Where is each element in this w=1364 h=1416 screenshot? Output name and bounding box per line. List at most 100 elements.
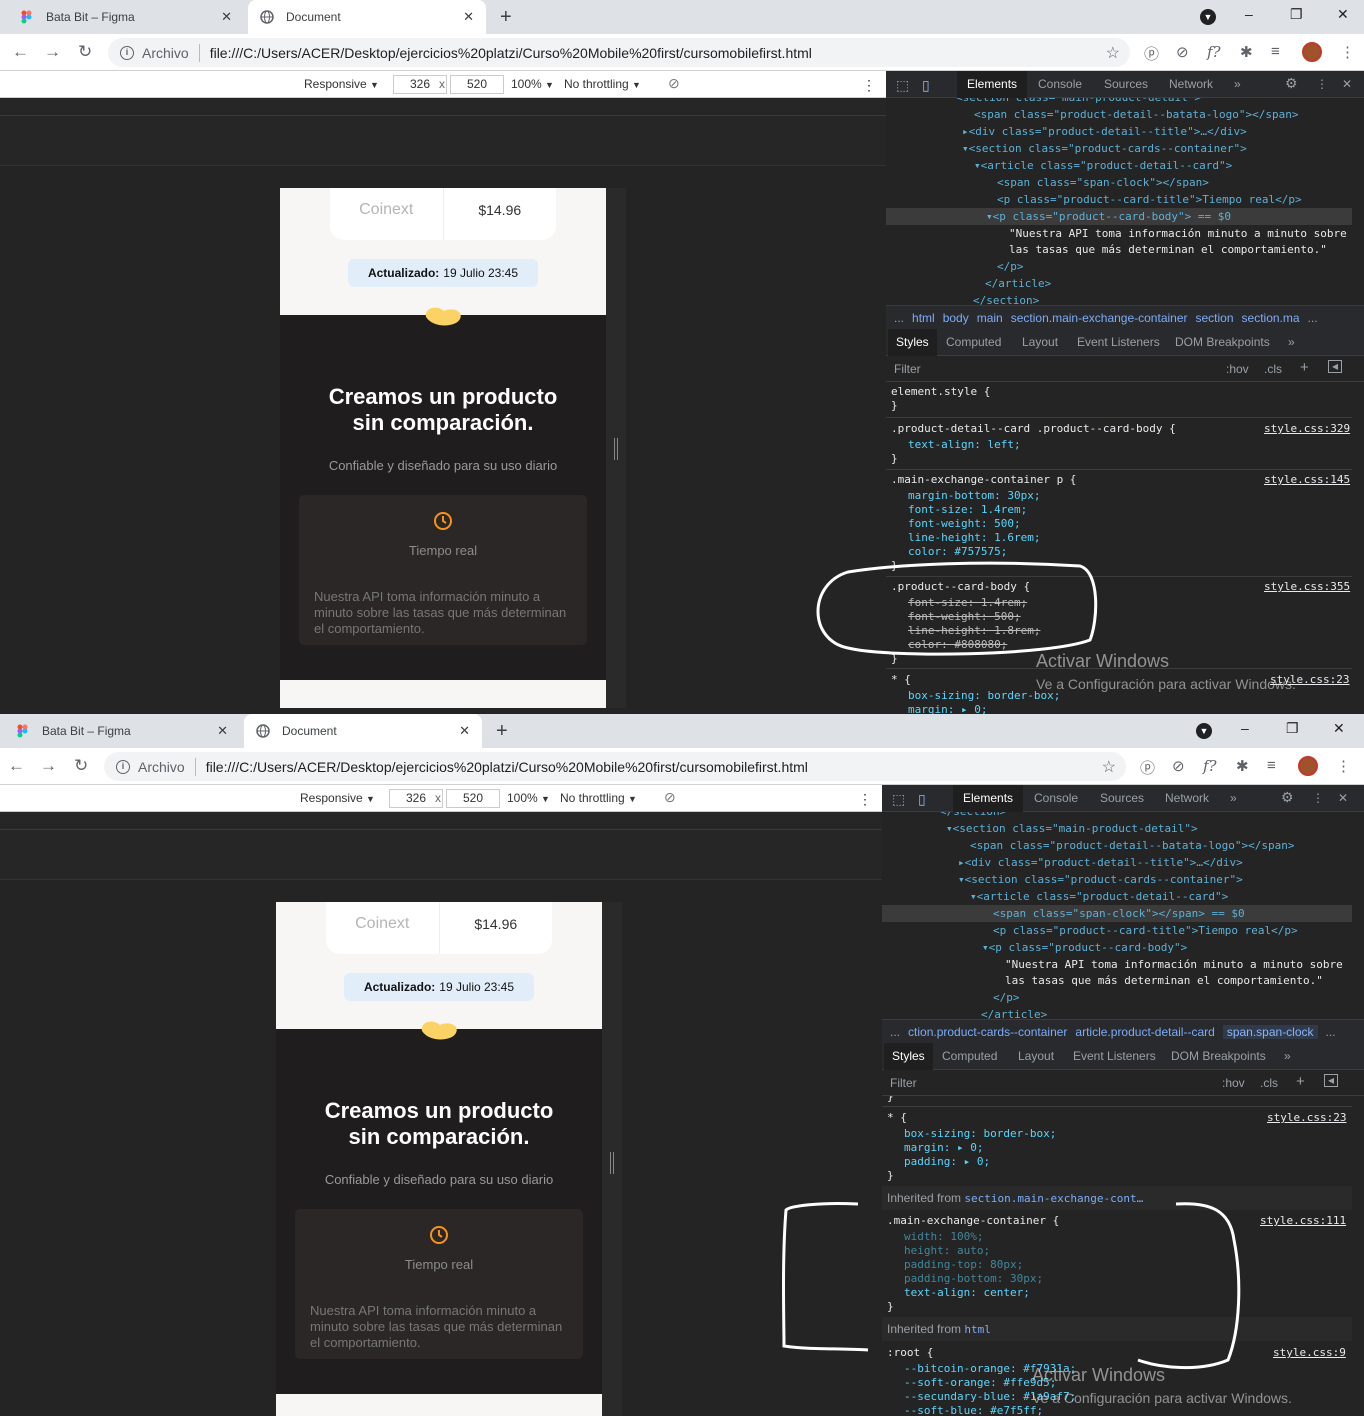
dom-node[interactable]: <p class="product--card-title">Tiempo re… bbox=[993, 922, 1298, 939]
more-style-tabs-icon[interactable]: » bbox=[1284, 1049, 1291, 1063]
inherited-link[interactable]: section.main-exchange-cont… bbox=[964, 1192, 1143, 1205]
device-toggle-icon[interactable]: ▯ bbox=[918, 791, 926, 808]
tab-computed[interactable]: Computed bbox=[942, 1049, 997, 1063]
tab-event-listeners[interactable]: Event Listeners bbox=[1077, 335, 1160, 349]
cls-toggle[interactable]: .cls bbox=[1264, 362, 1282, 376]
zoom-select[interactable]: 100% ▼ bbox=[511, 77, 554, 91]
add-rule-icon[interactable]: + bbox=[1300, 359, 1309, 376]
bookmark-star-icon[interactable]: ☆ bbox=[1106, 43, 1120, 63]
devtools-menu-icon[interactable]: ⋮ bbox=[1312, 791, 1324, 805]
tab-computed[interactable]: Computed bbox=[946, 335, 1001, 349]
block-icon[interactable]: ⊘ bbox=[1172, 757, 1185, 775]
forward-icon[interactable]: → bbox=[40, 756, 57, 776]
tab-figma[interactable]: Bata Bit – Figma ✕ bbox=[8, 0, 244, 34]
crumb-item[interactable]: span.span-clock bbox=[1222, 1025, 1318, 1039]
tab-event-listeners[interactable]: Event Listeners bbox=[1073, 1049, 1156, 1063]
url-text[interactable]: file:///C:/Users/ACER/Desktop/ejercicios… bbox=[206, 759, 808, 775]
close-window-button[interactable]: ✕ bbox=[1337, 6, 1349, 23]
tab-elements[interactable]: Elements bbox=[953, 785, 1024, 812]
dom-node[interactable]: ▾<section class="product-cards--containe… bbox=[958, 871, 1243, 888]
device-menu-icon[interactable]: ⋮ bbox=[862, 77, 876, 94]
tab-network[interactable]: Network bbox=[1169, 77, 1213, 91]
omnibox[interactable]: i Archivo file:///C:/Users/ACER/Desktop/… bbox=[104, 752, 1126, 781]
tab-console[interactable]: Console bbox=[1034, 791, 1078, 805]
tab-document[interactable]: Document ✕ bbox=[244, 714, 482, 748]
dom-node[interactable]: </article> bbox=[981, 1006, 1047, 1019]
more-tabs-icon[interactable]: » bbox=[1234, 77, 1241, 91]
inspect-icon[interactable]: ⬚ bbox=[892, 791, 905, 808]
avatar[interactable] bbox=[1302, 42, 1322, 62]
new-tab-button[interactable]: + bbox=[500, 6, 512, 29]
dom-node[interactable]: ▾<section class="main-product-detail"> bbox=[946, 820, 1198, 837]
dom-node[interactable]: <p class="product--card-title">Tiempo re… bbox=[997, 191, 1302, 208]
rotate-icon[interactable]: ⊘ bbox=[668, 75, 680, 92]
inherited-link[interactable]: html bbox=[964, 1323, 991, 1336]
close-icon[interactable]: ✕ bbox=[217, 723, 228, 739]
dom-node[interactable]: </section> bbox=[973, 292, 1039, 305]
more-style-tabs-icon[interactable]: » bbox=[1288, 335, 1295, 349]
crumb-item[interactable]: html bbox=[912, 311, 935, 325]
dom-node[interactable]: <section class="main-product-detail"> bbox=[956, 98, 1201, 106]
bookmark-star-icon[interactable]: ☆ bbox=[1102, 757, 1116, 777]
crumb-item[interactable]: body bbox=[943, 311, 969, 325]
puzzle-icon[interactable]: ✱ bbox=[1240, 43, 1253, 61]
dom-node[interactable]: </section> bbox=[940, 812, 1006, 820]
pinterest-icon[interactable]: ⓟ bbox=[1144, 43, 1159, 64]
more-tabs-icon[interactable]: » bbox=[1230, 791, 1237, 805]
minimize-button[interactable]: – bbox=[1245, 6, 1253, 22]
crumb-item[interactable]: article.product-detail--card bbox=[1075, 1025, 1214, 1039]
formula-icon[interactable]: f? bbox=[1203, 757, 1217, 775]
source-link[interactable]: style.css:111 bbox=[1260, 1214, 1346, 1228]
forward-icon[interactable]: → bbox=[44, 42, 61, 62]
close-icon[interactable]: ✕ bbox=[463, 9, 474, 25]
playlist-icon[interactable]: ≡ bbox=[1271, 43, 1280, 60]
maximize-button[interactable]: ❐ bbox=[1290, 6, 1303, 23]
zoom-select[interactable]: 100% ▼ bbox=[507, 791, 550, 805]
close-icon[interactable]: ✕ bbox=[221, 9, 232, 25]
source-link[interactable]: style.css:355 bbox=[1264, 580, 1350, 594]
gear-icon[interactable]: ⚙ bbox=[1281, 789, 1294, 806]
resize-handle[interactable] bbox=[602, 902, 622, 1416]
kebab-menu-icon[interactable]: ⋮ bbox=[1340, 43, 1355, 61]
profile-dropdown-icon[interactable]: ▼ bbox=[1200, 9, 1216, 25]
tab-sources[interactable]: Sources bbox=[1104, 77, 1148, 91]
sidebar-toggle-icon[interactable]: ◂ bbox=[1324, 1074, 1338, 1087]
tab-dom-breakpoints[interactable]: DOM Breakpoints bbox=[1175, 335, 1270, 349]
filter-input[interactable]: Filter bbox=[890, 1076, 917, 1090]
tab-document[interactable]: Document ✕ bbox=[248, 0, 486, 34]
dom-node[interactable]: <span class="product-detail--batata-logo… bbox=[970, 837, 1295, 854]
back-icon[interactable]: ← bbox=[8, 756, 25, 776]
dom-node[interactable]: </p> bbox=[993, 989, 1020, 1006]
close-icon[interactable]: ✕ bbox=[459, 723, 470, 739]
device-toggle-icon[interactable]: ▯ bbox=[922, 77, 930, 94]
dom-node[interactable]: </p> bbox=[997, 258, 1024, 275]
throttle-select[interactable]: No throttling ▼ bbox=[564, 77, 641, 91]
tab-dom-breakpoints[interactable]: DOM Breakpoints bbox=[1171, 1049, 1266, 1063]
reload-icon[interactable]: ↻ bbox=[74, 756, 88, 776]
height-input[interactable]: 520 bbox=[446, 789, 500, 808]
dom-node[interactable]: ▸<div class="product-detail--title">…</d… bbox=[962, 123, 1247, 140]
tab-console[interactable]: Console bbox=[1038, 77, 1082, 91]
tab-network[interactable]: Network bbox=[1165, 791, 1209, 805]
tab-layout[interactable]: Layout bbox=[1022, 335, 1058, 349]
dom-node[interactable]: ▾<p class="product--card-body"> bbox=[982, 939, 1187, 956]
minimize-button[interactable]: – bbox=[1241, 720, 1249, 736]
dom-node[interactable]: ▸<div class="product-detail--title">…</d… bbox=[958, 854, 1243, 871]
dom-node[interactable]: <span class="span-clock"></span> bbox=[997, 174, 1209, 191]
cls-toggle[interactable]: .cls bbox=[1260, 1076, 1278, 1090]
maximize-button[interactable]: ❐ bbox=[1286, 720, 1299, 737]
crumb-item[interactable]: ction.product-cards--container bbox=[908, 1025, 1067, 1039]
close-devtools-icon[interactable]: ✕ bbox=[1342, 77, 1352, 91]
formula-icon[interactable]: f? bbox=[1207, 43, 1221, 61]
dom-node[interactable]: ▾<article class="product-detail--card"> bbox=[974, 157, 1232, 174]
responsive-select[interactable]: Responsive ▼ bbox=[300, 791, 375, 805]
inspect-icon[interactable]: ⬚ bbox=[896, 77, 909, 94]
dom-node-selected[interactable]: <span class="span-clock"></span> == $0 bbox=[882, 905, 1352, 922]
source-link[interactable]: style.css:145 bbox=[1264, 473, 1350, 487]
tab-styles[interactable]: Styles bbox=[888, 329, 937, 356]
dom-node[interactable]: ▾<section class="product-cards--containe… bbox=[962, 140, 1247, 157]
playlist-icon[interactable]: ≡ bbox=[1267, 757, 1276, 774]
back-icon[interactable]: ← bbox=[12, 42, 29, 62]
omnibox[interactable]: i Archivo file:///C:/Users/ACER/Desktop/… bbox=[108, 38, 1130, 67]
crumb-item[interactable]: section.main-exchange-container bbox=[1011, 311, 1188, 325]
